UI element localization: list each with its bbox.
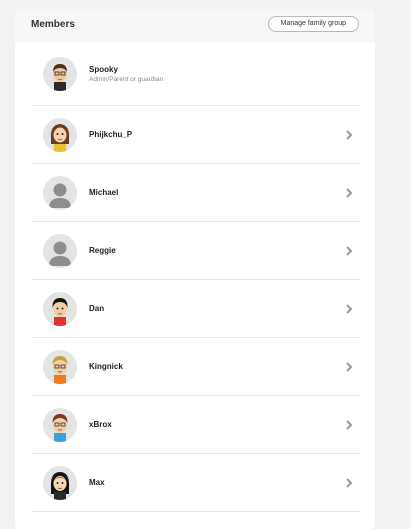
members-card: Members Manage family group Spooky Admin… bbox=[15, 9, 375, 529]
member-row-reggie[interactable]: Reggie bbox=[32, 222, 360, 280]
member-name: Reggie bbox=[89, 246, 116, 255]
member-row-kingnick[interactable]: Kingnick bbox=[32, 338, 360, 396]
chevron-right-icon bbox=[346, 477, 353, 488]
member-name: xBrox bbox=[89, 420, 112, 429]
member-role: Admin/Parent or guardian bbox=[89, 75, 164, 83]
member-row-dan[interactable]: Dan bbox=[32, 280, 360, 338]
member-name: Max bbox=[89, 478, 105, 487]
members-title: Members bbox=[31, 19, 75, 30]
member-row-xbrox[interactable]: xBrox bbox=[32, 396, 360, 454]
member-name: Dan bbox=[89, 304, 105, 313]
member-row-phijkchu[interactable]: Phijkchu_P bbox=[32, 106, 360, 164]
member-name: Kingnick bbox=[89, 362, 123, 371]
member-name: Spooky bbox=[89, 64, 118, 74]
member-row-michael[interactable]: Michael bbox=[32, 164, 360, 222]
chevron-right-icon bbox=[346, 245, 353, 256]
chevron-right-icon bbox=[346, 303, 353, 314]
member-list: Spooky Admin/Parent or guardian Phijkchu… bbox=[15, 42, 375, 512]
manage-family-group-button[interactable]: Manage family group bbox=[267, 16, 359, 32]
member-row-spooky[interactable]: Spooky Admin/Parent or guardian bbox=[32, 42, 360, 106]
default-user-icon bbox=[43, 233, 77, 268]
chevron-right-icon bbox=[346, 419, 353, 430]
mii-dan-icon bbox=[43, 291, 77, 326]
chevron-right-icon bbox=[346, 187, 353, 198]
mii-kingnick-icon bbox=[43, 349, 77, 384]
members-header: Members Manage family group bbox=[15, 9, 375, 42]
mii-phijkchu-icon bbox=[43, 117, 77, 152]
chevron-right-icon bbox=[346, 361, 353, 372]
member-row-max[interactable]: Max bbox=[32, 454, 360, 512]
mii-max-icon bbox=[43, 465, 77, 500]
member-name: Phijkchu_P bbox=[89, 130, 133, 139]
mii-xbrox-icon bbox=[43, 407, 77, 442]
default-user-icon bbox=[43, 175, 77, 210]
chevron-right-icon bbox=[346, 129, 353, 140]
member-name: Michael bbox=[89, 188, 119, 197]
mii-spooky-icon bbox=[43, 56, 77, 91]
